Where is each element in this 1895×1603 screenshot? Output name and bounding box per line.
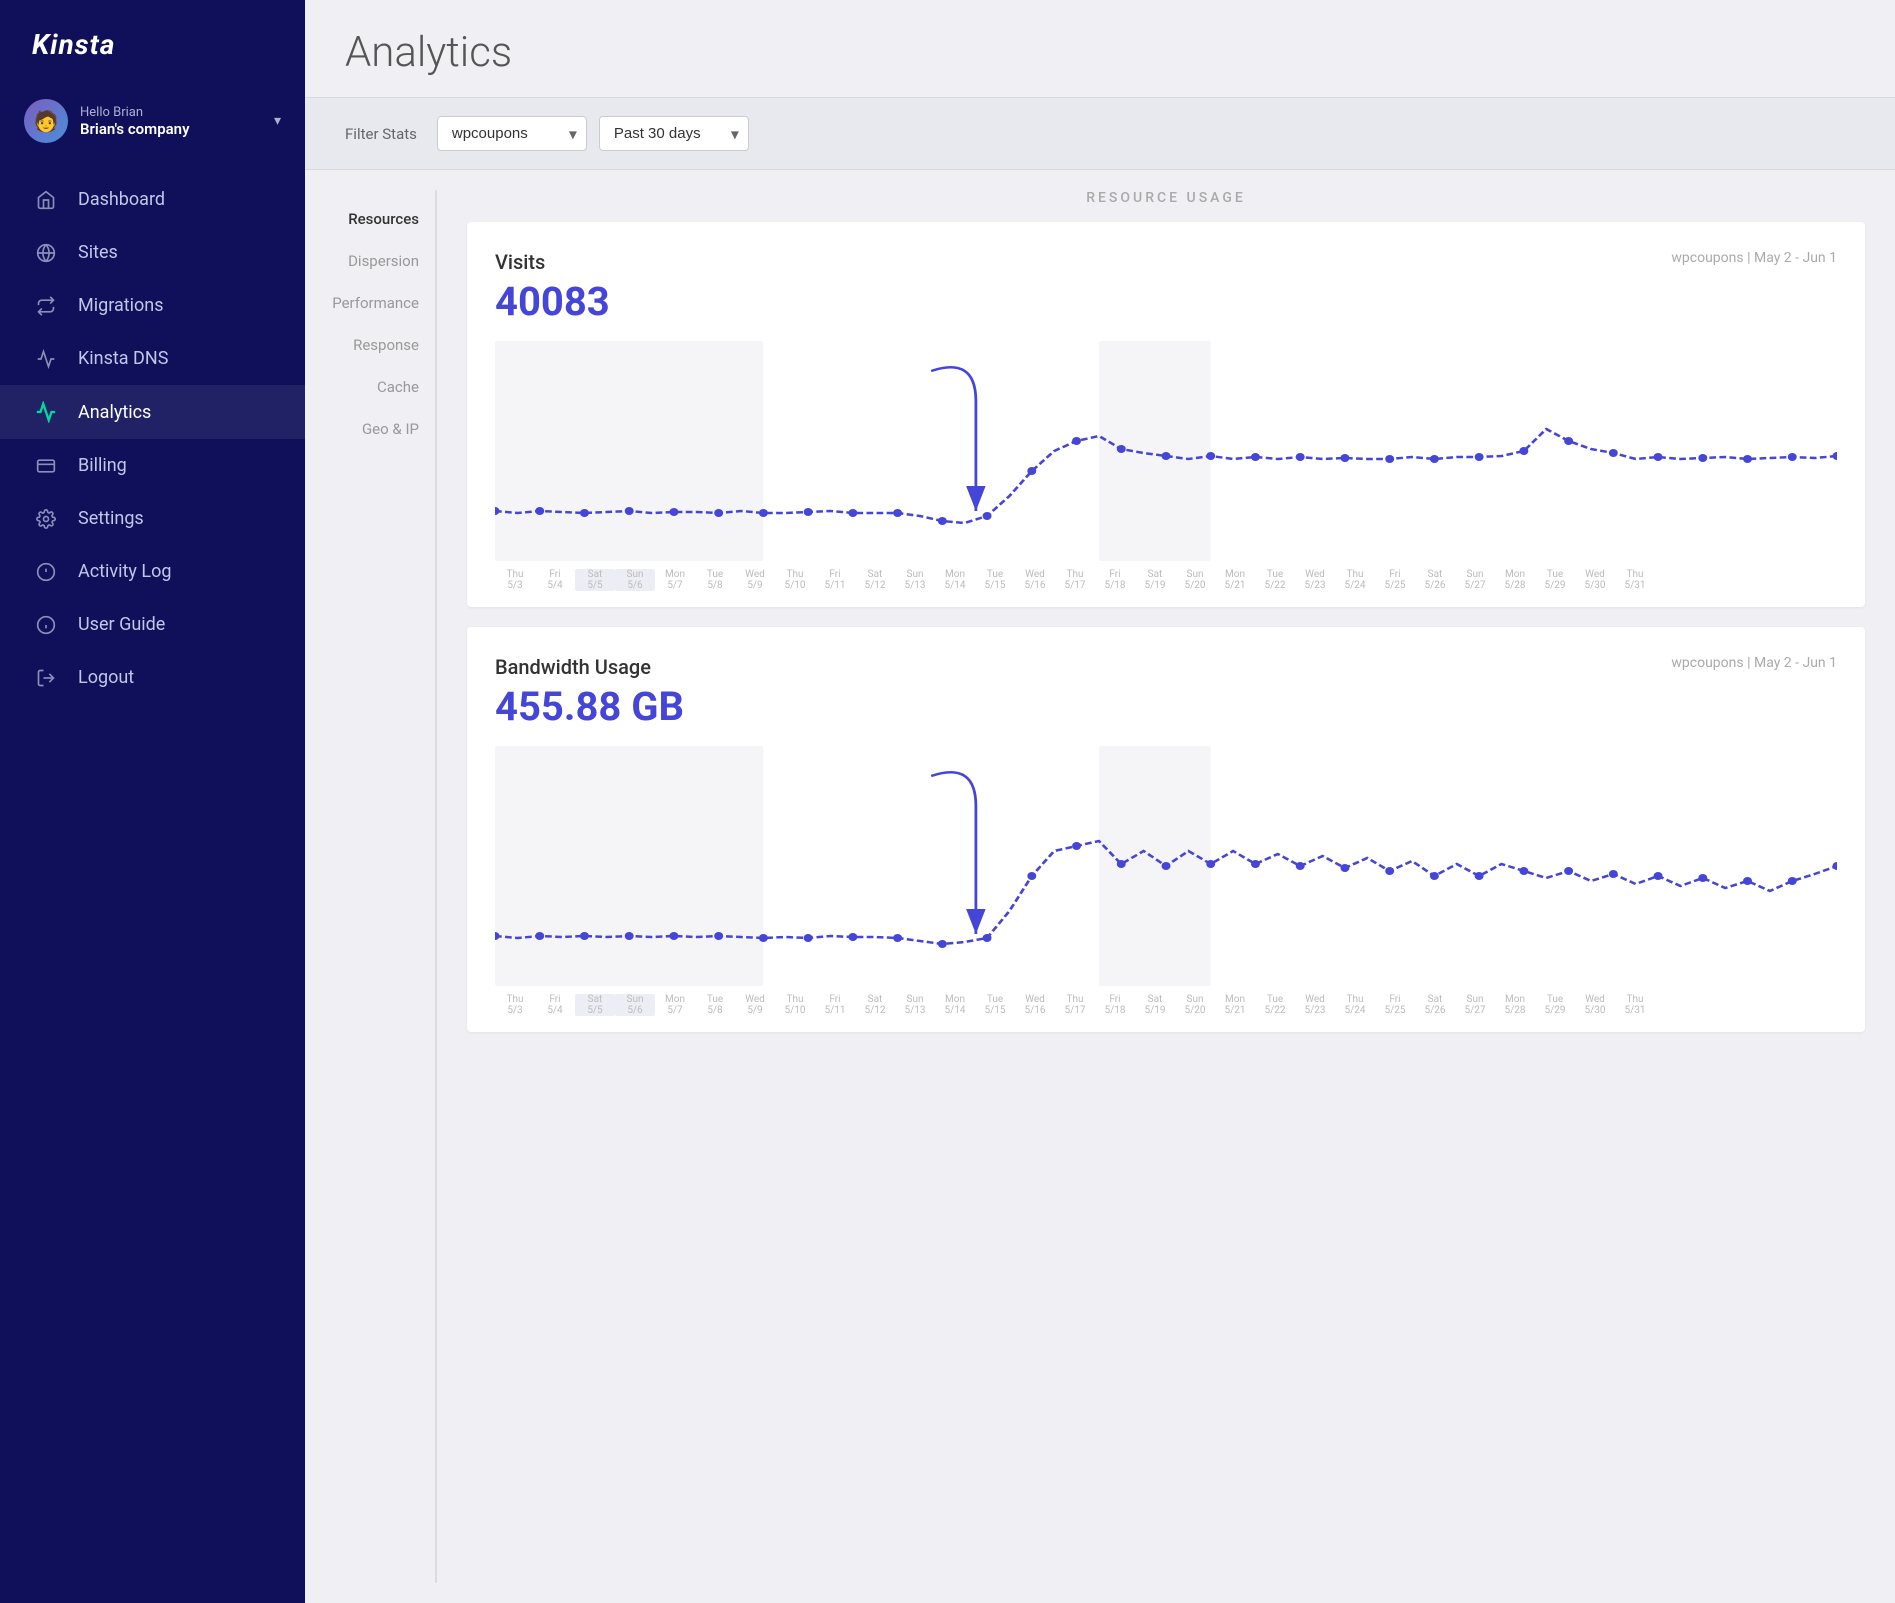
- visits-chart-card: Visits wpcoupons | May 2 - Jun 1 40083: [467, 222, 1865, 607]
- section-header: RESOURCE USAGE: [467, 170, 1865, 222]
- subnav-item-geo-ip[interactable]: Geo & IP: [305, 410, 435, 448]
- bandwidth-chart-svg: [495, 746, 1837, 990]
- sidebar-item-label-user-guide: User Guide: [78, 614, 165, 635]
- sidebar-item-label-billing: Billing: [78, 455, 127, 476]
- sites-icon: [32, 243, 60, 263]
- bandwidth-chart-header: Bandwidth Usage wpcoupons | May 2 - Jun …: [495, 655, 1837, 679]
- filter-stats-label: Filter Stats: [345, 125, 417, 143]
- sidebar-item-label-settings: Settings: [78, 508, 144, 529]
- sidebar-item-user-guide[interactable]: User Guide: [0, 598, 305, 651]
- subnav-item-resources[interactable]: Resources: [305, 200, 435, 238]
- visits-chart-meta: wpcoupons | May 2 - Jun 1: [1671, 250, 1837, 266]
- sidebar-item-label-dns: Kinsta DNS: [78, 348, 168, 369]
- user-greeting: Hello Brian: [80, 105, 262, 120]
- period-select[interactable]: Past 30 days: [599, 116, 749, 151]
- visits-chart-header: Visits wpcoupons | May 2 - Jun 1: [495, 250, 1837, 274]
- sidebar-item-activity-log[interactable]: Activity Log: [0, 545, 305, 598]
- site-select[interactable]: wpcoupons: [437, 116, 587, 151]
- bandwidth-chart-meta: wpcoupons | May 2 - Jun 1: [1671, 655, 1837, 671]
- activity-icon: [32, 562, 60, 582]
- home-icon: [32, 190, 60, 210]
- sidebar-item-dashboard[interactable]: Dashboard: [0, 173, 305, 226]
- site-select-wrapper[interactable]: wpcoupons: [437, 116, 587, 151]
- user-info: Hello Brian Brian's company: [80, 105, 262, 138]
- sidebar-item-billing[interactable]: Billing: [0, 439, 305, 492]
- bandwidth-chart-value: 455.88 GB: [495, 683, 1837, 730]
- bandwidth-chart-title: Bandwidth Usage: [495, 655, 651, 679]
- visits-chart-value: 40083: [495, 278, 1837, 325]
- content-area: Resources Dispersion Performance Respons…: [305, 170, 1895, 1603]
- filter-bar: Filter Stats wpcoupons Past 30 days: [305, 97, 1895, 170]
- visits-chart-title: Visits: [495, 250, 545, 274]
- billing-icon: [32, 456, 60, 476]
- subnav-item-cache[interactable]: Cache: [305, 368, 435, 406]
- logout-icon: [32, 668, 60, 688]
- sidebar-item-migrations[interactable]: Migrations: [0, 279, 305, 332]
- bandwidth-chart-card: Bandwidth Usage wpcoupons | May 2 - Jun …: [467, 627, 1865, 1032]
- sidebar-item-kinsta-dns[interactable]: Kinsta DNS: [0, 332, 305, 385]
- sidebar-item-label-dashboard: Dashboard: [78, 189, 165, 210]
- visits-chart-svg: [495, 341, 1837, 565]
- period-select-wrapper[interactable]: Past 30 days: [599, 116, 749, 151]
- sidebar-item-label-logout: Logout: [78, 667, 134, 688]
- sidebar-item-logout[interactable]: Logout: [0, 651, 305, 704]
- dns-icon: [32, 349, 60, 369]
- subnav-item-response[interactable]: Response: [305, 326, 435, 364]
- sidebar-item-sites[interactable]: Sites: [0, 226, 305, 279]
- sidebar-item-label-sites: Sites: [78, 242, 118, 263]
- subnav-item-performance[interactable]: Performance: [305, 284, 435, 322]
- guide-icon: [32, 615, 60, 635]
- page-title: Analytics: [345, 28, 1855, 77]
- settings-icon: [32, 509, 60, 529]
- charts-area: RESOURCE USAGE Visits wpcoupons | May 2 …: [437, 170, 1895, 1603]
- sidebar-item-label-activity-log: Activity Log: [78, 561, 171, 582]
- topbar: Analytics: [305, 0, 1895, 97]
- subnav-item-dispersion[interactable]: Dispersion: [305, 242, 435, 280]
- chevron-down-icon: ▾: [274, 113, 281, 129]
- sidebar: Kinsta 🧑 Hello Brian Brian's company ▾ D…: [0, 0, 305, 1603]
- sidebar-item-label-migrations: Migrations: [78, 295, 164, 316]
- visits-x-axis: Thu5/3 Fri5/4 Sat5/5 Sun5/6 Mon5/7 Tue5/…: [495, 565, 1837, 607]
- user-company: Brian's company: [80, 120, 262, 138]
- subnav: Resources Dispersion Performance Respons…: [305, 170, 435, 1603]
- sidebar-nav: Dashboard Sites Migrations Kinsta DNS An…: [0, 173, 305, 704]
- user-section[interactable]: 🧑 Hello Brian Brian's company ▾: [0, 85, 305, 163]
- bandwidth-x-axis: Thu5/3 Fri5/4 Sat5/5 Sun5/6 Mon5/7 Tue5/…: [495, 990, 1837, 1032]
- sidebar-item-label-analytics: Analytics: [78, 402, 151, 423]
- migrations-icon: [32, 296, 60, 316]
- avatar: 🧑: [24, 99, 68, 143]
- logo: Kinsta: [0, 0, 305, 85]
- main-content: Analytics Filter Stats wpcoupons Past 30…: [305, 0, 1895, 1603]
- sidebar-item-settings[interactable]: Settings: [0, 492, 305, 545]
- analytics-icon: [32, 401, 60, 423]
- sidebar-item-analytics[interactable]: Analytics: [0, 385, 305, 439]
